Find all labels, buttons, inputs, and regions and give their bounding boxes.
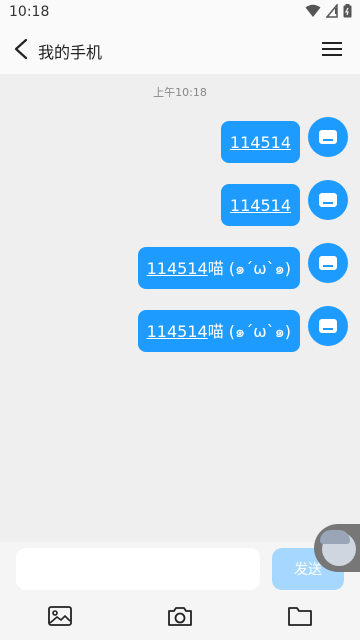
status-bar: 10:18 [0, 0, 360, 24]
avatar[interactable] [308, 117, 348, 157]
app-bar: 我的手机 [0, 24, 360, 74]
message-text: 喵 (๑´ω`๑) [207, 258, 291, 278]
message-link[interactable]: 114514 [147, 259, 208, 278]
folder-button[interactable] [286, 602, 314, 630]
image-button[interactable] [46, 602, 74, 630]
chat-area[interactable]: 上午10:18 114514 114514 114514 喵 (๑´ω`๑) 1… [0, 74, 360, 542]
message-bubble[interactable]: 114514 喵 (๑´ω`๑) [137, 310, 300, 352]
floating-avatar-button[interactable] [314, 524, 360, 572]
page-title: 我的手机 [38, 43, 103, 62]
message-bubble[interactable]: 114514 [220, 121, 300, 163]
input-bar: 发送 [0, 542, 360, 598]
wifi-icon [305, 4, 321, 17]
message-link[interactable]: 114514 [230, 133, 291, 152]
message-input[interactable] [16, 548, 260, 590]
message-row: 114514 [220, 180, 348, 226]
message-timestamp: 上午10:18 [153, 86, 207, 99]
message-link[interactable]: 114514 [230, 196, 291, 215]
computer-icon [319, 193, 337, 207]
message-text: 喵 (๑´ω`๑) [207, 321, 291, 341]
camera-icon [168, 607, 192, 626]
avatar[interactable] [308, 180, 348, 220]
message-link[interactable]: 114514 [147, 322, 208, 341]
computer-icon [319, 130, 337, 144]
status-time: 10:18 [9, 4, 50, 20]
message-row: 114514 喵 (๑´ω`๑) [137, 306, 348, 352]
signal-icon [326, 4, 338, 18]
computer-icon [319, 256, 337, 270]
battery-icon [343, 4, 352, 18]
message-bubble[interactable]: 114514 [220, 184, 300, 226]
message-bubble[interactable]: 114514 喵 (๑´ω`๑) [137, 247, 300, 289]
floating-avatar-hair [320, 530, 350, 544]
avatar[interactable] [308, 306, 348, 346]
status-icons [305, 4, 352, 18]
computer-icon [319, 319, 337, 333]
folder-icon [288, 607, 312, 626]
image-icon [48, 606, 72, 626]
camera-button[interactable] [166, 602, 194, 630]
chevron-left-icon[interactable] [12, 38, 30, 60]
avatar[interactable] [308, 243, 348, 283]
message-row: 114514 喵 (๑´ω`๑) [137, 243, 348, 289]
hamburger-menu-icon[interactable] [322, 41, 342, 57]
message-row: 114514 [220, 117, 348, 163]
bottom-toolbar [0, 598, 360, 640]
